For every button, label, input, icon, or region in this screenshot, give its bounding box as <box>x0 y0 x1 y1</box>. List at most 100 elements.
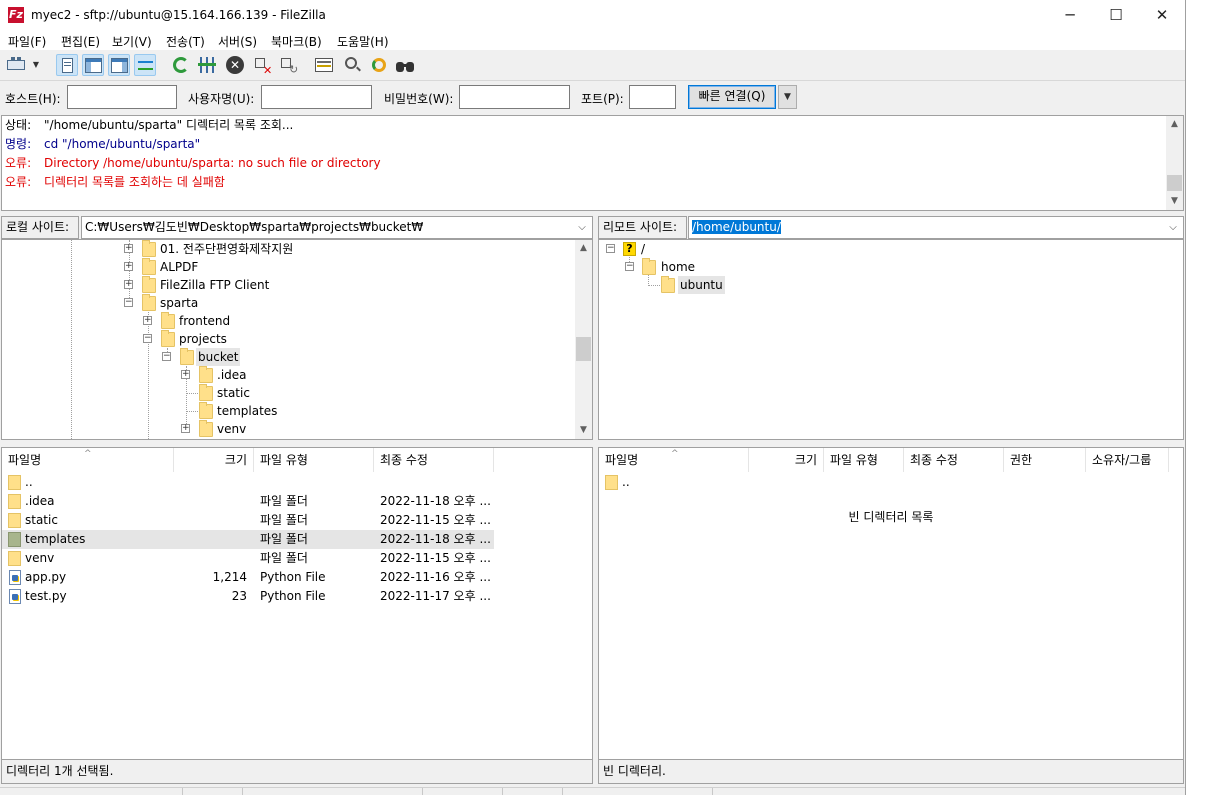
menu-file[interactable]: 파일(F) <box>8 33 46 50</box>
remote-file-list: 파일명 ^ 크기 파일 유형 최종 수정 권한 소유자/그룹 .. 빈 디렉터리 … <box>598 447 1184 760</box>
column-filename[interactable]: 파일명 ^ <box>599 448 749 472</box>
tree-item[interactable]: − projects <box>2 330 576 348</box>
collapse-icon[interactable]: − <box>606 244 615 253</box>
local-path-combo[interactable]: C:₩Users₩김도빈₩Desktop₩sparta₩projects₩buc… <box>81 216 593 239</box>
tree-item[interactable]: + venv <box>2 420 576 438</box>
chevron-down-icon[interactable]: ⌵ <box>1165 217 1181 238</box>
scroll-up-icon[interactable]: ▲ <box>575 240 592 257</box>
toggle-remote-tree-icon[interactable] <box>108 54 130 76</box>
toggle-message-log-icon[interactable] <box>56 54 78 76</box>
password-input[interactable] <box>459 85 570 109</box>
folder-icon <box>8 513 21 528</box>
table-row[interactable]: .. <box>599 473 1169 492</box>
expand-icon[interactable]: + <box>143 316 152 325</box>
menu-help[interactable]: 도움말(H) <box>337 33 389 50</box>
menu-server[interactable]: 서버(S) <box>218 33 257 50</box>
local-directory-tree: + 01. 전주단편영화제작지원 + ALPDF + FileZilla FTP… <box>1 239 593 440</box>
tree-item[interactable]: templates <box>2 402 576 420</box>
menu-transfer[interactable]: 전송(T) <box>166 33 205 50</box>
close-button[interactable]: ✕ <box>1139 0 1185 30</box>
tree-item[interactable]: + 01. 전주단편영화제작지원 <box>2 240 576 258</box>
expand-icon[interactable]: + <box>181 424 190 433</box>
log-scrollbar[interactable]: ▲ ▼ <box>1166 116 1183 210</box>
port-input[interactable] <box>629 85 676 109</box>
cancel-icon[interactable]: ✕ <box>224 54 246 76</box>
table-row[interactable]: venv 파일 폴더 2022-11-15 오후 ... <box>2 549 494 568</box>
column-size[interactable]: 크기 <box>174 448 254 472</box>
table-row[interactable]: app.py 1,214 Python File 2022-11-16 오후 .… <box>2 568 494 587</box>
maximize-button[interactable]: ☐ <box>1093 0 1139 30</box>
tree-item[interactable]: − sparta <box>2 294 576 312</box>
disconnect-icon[interactable]: ✕ <box>252 54 274 77</box>
toggle-local-tree-icon[interactable] <box>82 54 104 76</box>
site-manager-icon[interactable] <box>5 54 27 76</box>
table-row[interactable]: test.py 23 Python File 2022-11-17 오후 ... <box>2 587 494 606</box>
expand-icon[interactable]: + <box>124 280 133 289</box>
collapse-icon[interactable]: − <box>162 352 171 361</box>
sync-browsing-icon[interactable] <box>368 54 390 76</box>
menu-bookmarks[interactable]: 북마크(B) <box>271 33 322 50</box>
minimize-button[interactable]: ─ <box>1047 0 1093 30</box>
collapse-icon[interactable]: − <box>625 262 634 271</box>
tree-item-selected[interactable]: ubuntu <box>599 276 1183 294</box>
process-queue-icon[interactable] <box>196 54 218 76</box>
window-title: myec2 - sftp://ubuntu@15.164.166.139 - F… <box>31 8 326 22</box>
scroll-thumb[interactable] <box>1167 175 1182 191</box>
host-input[interactable] <box>67 85 177 109</box>
directory-compare-icon[interactable] <box>313 54 335 76</box>
tree-item[interactable]: + frontend <box>2 312 576 330</box>
column-permissions[interactable]: 권한 <box>1004 448 1086 472</box>
collapse-icon[interactable]: − <box>124 298 133 307</box>
scroll-up-icon[interactable]: ▲ <box>1166 116 1183 133</box>
folder-icon <box>642 258 656 275</box>
table-row[interactable]: .. <box>2 473 494 492</box>
column-type[interactable]: 파일 유형 <box>254 448 374 472</box>
filter-icon[interactable] <box>342 54 364 76</box>
expand-icon[interactable]: + <box>181 370 190 379</box>
column-modified[interactable]: 최종 수정 <box>904 448 1004 472</box>
quickconnect-bar: 호스트(H): 사용자명(U): 비밀번호(W): 포트(P): 빠른 연결(Q… <box>0 80 1185 114</box>
tree-item-selected[interactable]: − bucket <box>2 348 576 366</box>
quickconnect-button[interactable]: 빠른 연결(Q) <box>688 85 776 109</box>
scroll-down-icon[interactable]: ▼ <box>1166 193 1183 210</box>
chevron-down-icon[interactable]: ⌵ <box>574 217 590 238</box>
refresh-icon[interactable] <box>170 54 192 76</box>
dropdown-arrow-icon[interactable]: ▼ <box>30 54 42 76</box>
column-filename[interactable]: 파일명 ^ <box>2 448 174 472</box>
tree-item[interactable]: + FileZilla FTP Client <box>2 276 576 294</box>
scroll-down-icon[interactable]: ▼ <box>575 422 592 439</box>
folder-icon <box>142 294 156 311</box>
remote-path-combo[interactable]: /home/ubuntu/ ⌵ <box>688 216 1184 239</box>
folder-icon <box>142 258 156 275</box>
tree-item[interactable]: + .idea <box>2 366 576 384</box>
username-input[interactable] <box>261 85 372 109</box>
table-row-selected[interactable]: templates 파일 폴더 2022-11-18 오후 ... <box>2 530 494 549</box>
quickconnect-history-dropdown[interactable]: ▼ <box>778 85 797 109</box>
menu-edit[interactable]: 편집(E) <box>61 33 100 50</box>
collapse-icon[interactable]: − <box>143 334 152 343</box>
toggle-transfer-queue-icon[interactable] <box>134 54 156 76</box>
expand-icon[interactable]: + <box>124 262 133 271</box>
column-modified[interactable]: 최종 수정 <box>374 448 494 472</box>
tree-item[interactable]: + ALPDF <box>2 258 576 276</box>
reconnect-icon[interactable]: ↻ <box>278 54 300 76</box>
title-bar: Fz myec2 - sftp://ubuntu@15.164.166.139 … <box>0 0 1185 30</box>
search-icon[interactable] <box>394 54 416 76</box>
folder-icon <box>199 384 213 401</box>
column-size[interactable]: 크기 <box>749 448 824 472</box>
remote-site-bar: 리모트 사이트: /home/ubuntu/ ⌵ <box>598 216 1184 239</box>
tree-item[interactable]: static <box>2 384 576 402</box>
table-row[interactable]: static 파일 폴더 2022-11-15 오후 ... <box>2 511 494 530</box>
expand-icon[interactable]: + <box>124 244 133 253</box>
table-row[interactable]: .idea 파일 폴더 2022-11-18 오후 ... <box>2 492 494 511</box>
scroll-thumb[interactable] <box>576 337 591 361</box>
local-file-list: 파일명 ^ 크기 파일 유형 최종 수정 .. .idea 파일 폴더 2022-… <box>1 447 593 760</box>
tree-item[interactable]: − ? / <box>599 240 1183 258</box>
menu-view[interactable]: 보기(V) <box>112 33 152 50</box>
remote-list-header: 파일명 ^ 크기 파일 유형 최종 수정 권한 소유자/그룹 <box>599 448 1183 472</box>
column-owner-group[interactable]: 소유자/그룹 <box>1086 448 1169 472</box>
local-tree-scrollbar[interactable]: ▲ ▼ <box>575 240 592 439</box>
tree-item[interactable]: − home <box>599 258 1183 276</box>
message-log: 상태: "/home/ubuntu/sparta" 디렉터리 목록 조회... 명… <box>1 115 1184 211</box>
column-type[interactable]: 파일 유형 <box>824 448 904 472</box>
